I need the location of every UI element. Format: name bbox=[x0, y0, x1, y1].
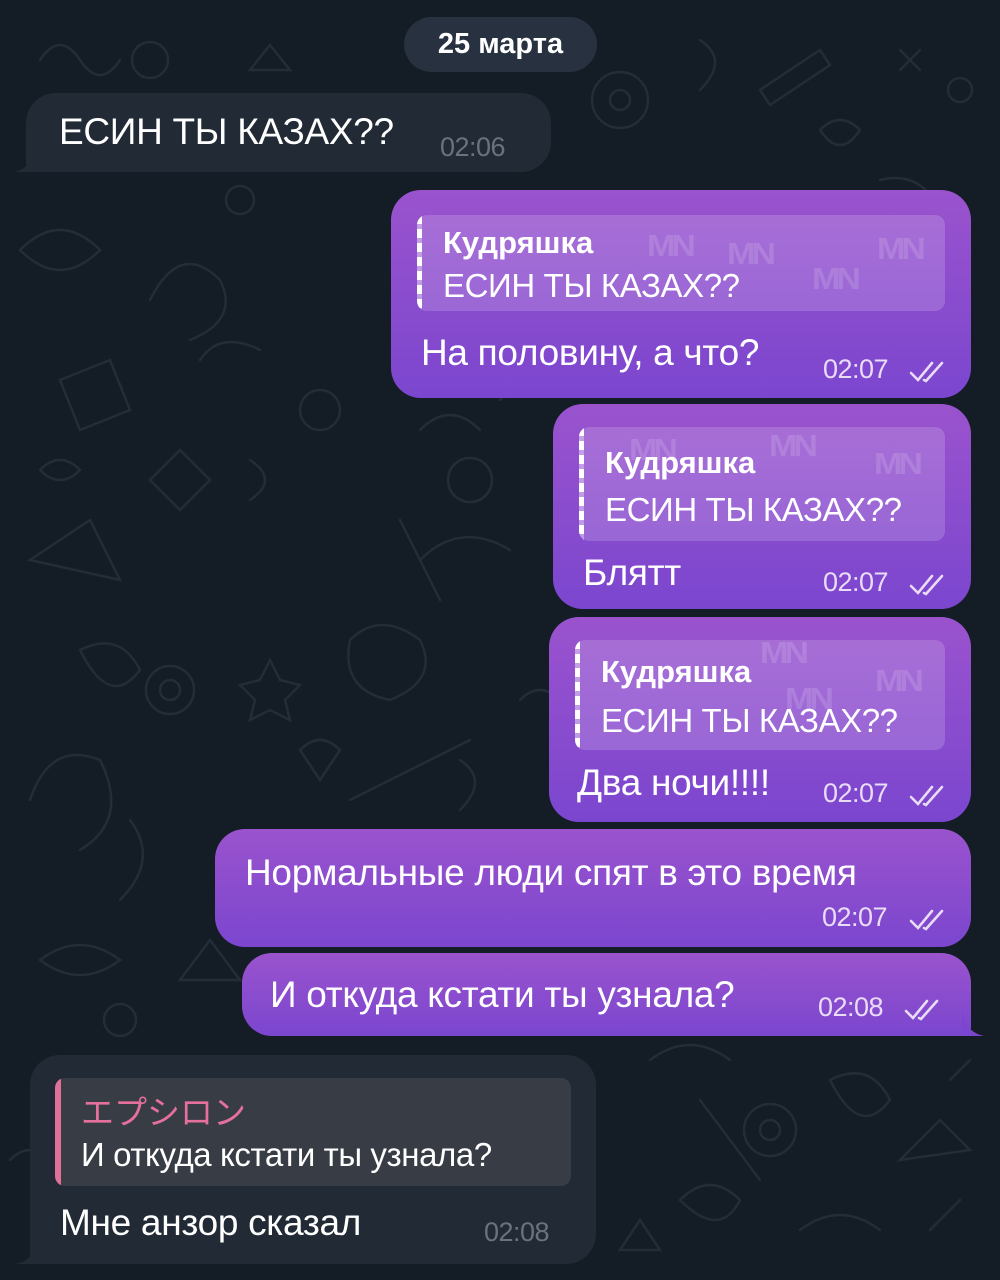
outgoing-message[interactable]: Нормальные люди спят в это время 02:07 bbox=[215, 829, 971, 947]
outgoing-message[interactable]: Кудряшка ЕСИН ТЫ КАЗАХ?? MN MN MN Блятт … bbox=[553, 404, 971, 609]
bubble-tail bbox=[14, 144, 36, 172]
reply-accent-bar bbox=[417, 215, 422, 311]
reply-accent-bar bbox=[575, 640, 580, 750]
reply-accent-bar bbox=[579, 427, 584, 541]
sticker-watermark: MN bbox=[760, 640, 809, 671]
message-time: 02:08 bbox=[484, 1217, 550, 1247]
sticker-watermark: MN bbox=[727, 236, 776, 272]
incoming-message[interactable]: ЕСИН ТЫ КАЗАХ?? 02:06 bbox=[26, 93, 551, 172]
message-time: 02:07 bbox=[823, 778, 889, 808]
bubble-tail bbox=[962, 1008, 984, 1036]
double-check-icon bbox=[909, 361, 944, 383]
outgoing-message[interactable]: Кудряшка ЕСИН ТЫ КАЗАХ?? MN MN MN Два но… bbox=[549, 617, 971, 822]
message-time: 02:08 bbox=[818, 992, 884, 1022]
message-text: На половину, а что? bbox=[421, 332, 760, 373]
message-time: 02:06 bbox=[440, 132, 506, 162]
sticker-watermark: MN bbox=[629, 432, 678, 468]
sticker-watermark: MN bbox=[812, 261, 861, 297]
reply-quote: И откуда кстати ты узнала? bbox=[81, 1136, 492, 1173]
message-time: 02:07 bbox=[823, 567, 889, 597]
double-check-icon bbox=[904, 999, 939, 1021]
message-text: И откуда кстати ты узнала? bbox=[270, 974, 735, 1015]
sticker-watermark: MN bbox=[874, 446, 923, 482]
message-text: Нормальные люди спят в это время bbox=[245, 852, 857, 893]
double-check-icon bbox=[909, 785, 944, 807]
reply-accent-bar bbox=[55, 1078, 61, 1186]
sticker-watermark: MN bbox=[769, 428, 818, 464]
sticker-watermark: MN bbox=[785, 681, 834, 717]
sticker-watermark: MN bbox=[877, 231, 926, 267]
sticker-watermark: MN bbox=[875, 663, 924, 699]
outgoing-message[interactable]: И откуда кстати ты узнала? 02:08 bbox=[242, 953, 971, 1036]
message-time: 02:07 bbox=[823, 354, 889, 384]
reply-preview[interactable]: Кудряшка ЕСИН ТЫ КАЗАХ?? MN MN MN bbox=[575, 640, 945, 750]
reply-author: Кудряшка bbox=[601, 654, 752, 689]
reply-preview[interactable]: エプシロン И откуда кстати ты узнала? bbox=[55, 1078, 571, 1186]
message-text: Блятт bbox=[583, 552, 681, 593]
bubble-tail bbox=[16, 1236, 38, 1264]
sticker-watermark: MN bbox=[647, 228, 696, 264]
message-text: ЕСИН ТЫ КАЗАХ?? bbox=[59, 111, 394, 152]
message-text: Мне анзор сказал bbox=[60, 1202, 362, 1243]
date-separator: 25 марта bbox=[404, 17, 597, 72]
double-check-icon bbox=[909, 574, 944, 596]
reply-author: Кудряшка bbox=[443, 225, 594, 260]
reply-author: エプシロン bbox=[81, 1094, 246, 1131]
reply-quote: ЕСИН ТЫ КАЗАХ?? bbox=[601, 702, 898, 739]
message-text: Два ночи!!!! bbox=[577, 762, 770, 803]
incoming-message[interactable]: エプシロン И откуда кстати ты узнала? Мне анз… bbox=[30, 1055, 596, 1264]
reply-preview[interactable]: Кудряшка ЕСИН ТЫ КАЗАХ?? MN MN MN bbox=[579, 427, 945, 541]
reply-quote: ЕСИН ТЫ КАЗАХ?? bbox=[605, 491, 902, 528]
double-check-icon bbox=[909, 909, 944, 931]
reply-author: Кудряшка bbox=[605, 445, 756, 480]
message-time: 02:07 bbox=[822, 902, 888, 932]
outgoing-message[interactable]: Кудряшка ЕСИН ТЫ КАЗАХ?? MN MN MN MN На … bbox=[391, 190, 971, 398]
reply-quote: ЕСИН ТЫ КАЗАХ?? bbox=[443, 267, 740, 304]
reply-preview[interactable]: Кудряшка ЕСИН ТЫ КАЗАХ?? MN MN MN MN bbox=[417, 215, 945, 311]
